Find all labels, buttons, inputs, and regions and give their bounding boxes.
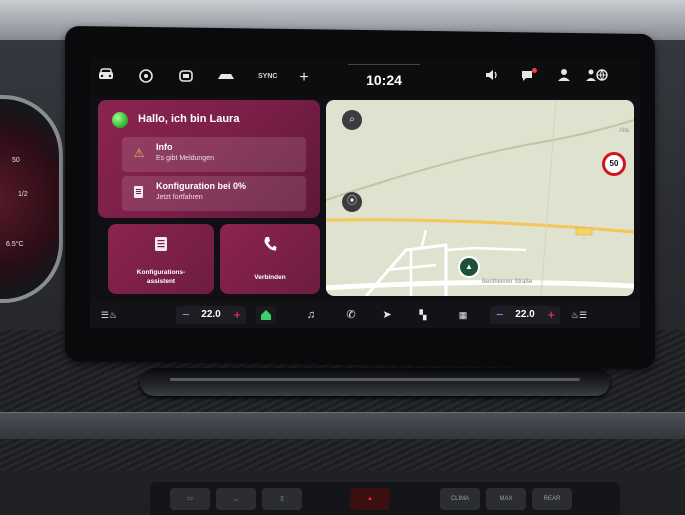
checklist-icon: [108, 236, 214, 257]
seat-heat-right-icon[interactable]: ♨☰: [568, 306, 590, 324]
connect-tile[interactable]: Verbinden: [220, 224, 320, 294]
seat-heat-left-icon[interactable]: ☰♨: [98, 306, 120, 324]
music-icon[interactable]: ♫: [302, 306, 320, 324]
grid-icon[interactable]: ▦: [454, 306, 472, 324]
info-card[interactable]: ⚠ Info Es gibt Meldungen: [122, 137, 306, 172]
phone-icon[interactable]: ✆: [342, 306, 360, 324]
assistant-orb-icon[interactable]: [112, 112, 128, 128]
instrument-cluster: 50 1/2 6.5°C: [0, 95, 63, 303]
dash-strip: [0, 412, 685, 439]
map-search-icon[interactable]: ⌕: [342, 110, 362, 130]
notification-badge: [532, 68, 537, 73]
temp-left-plus-button[interactable]: +: [233, 306, 241, 324]
town-label: Alte: [619, 128, 630, 134]
vehicle-position-icon: ▲: [458, 256, 480, 278]
speed-limit-sign: 50: [602, 152, 626, 176]
navigation-map[interactable]: ⌕ ⦿ 50 Alte Bentheimer Straße ▲: [326, 100, 634, 296]
street-label: Bentheimer Straße: [482, 279, 533, 285]
map-overview-icon[interactable]: ⦿: [342, 192, 362, 212]
phone-icon: [220, 236, 320, 257]
infotainment-screen: SYNC + 10:24 Hallo, ich bin Laura ⚠ Info…: [90, 58, 640, 328]
voice-assistant-panel: Hallo, ich bin Laura ⚠ Info Es gibt Meld…: [98, 100, 320, 218]
sync-button[interactable]: SYNC: [258, 73, 277, 80]
temp-left-value: 22.0: [201, 309, 221, 320]
info-subtitle: Es gibt Meldungen: [156, 155, 214, 162]
warning-icon: ⚠: [133, 146, 145, 160]
air-vent: [140, 368, 610, 396]
clock: 10:24: [348, 64, 420, 93]
navigation-icon[interactable]: ➤: [378, 306, 396, 324]
configuration-card[interactable]: Konfiguration bei 0% Jetzt fortfahren: [122, 176, 306, 211]
bottom-bar: ☰♨ − 22.0 + ♫ ✆ ➤ ▚ ▦ − 22.0 + ♨☰: [90, 302, 640, 328]
volume-icon[interactable]: [482, 68, 502, 88]
info-title: Info: [156, 142, 173, 152]
tile-assistant-label-2: assistent: [146, 278, 176, 285]
config-subtitle: Jetzt fortfahren: [156, 194, 203, 201]
seat-icon[interactable]: [176, 68, 196, 88]
document-icon: [134, 186, 143, 198]
configuration-assistant-tile[interactable]: Konfigurations- assistent: [108, 224, 214, 294]
temperature-right: − 22.0 +: [490, 306, 560, 324]
assistant-greeting: Hallo, ich bin Laura: [138, 113, 240, 125]
page-indicator: [355, 298, 375, 311]
profile-icon[interactable]: [554, 68, 574, 88]
car-icon[interactable]: [96, 68, 116, 88]
temp-right-minus-button[interactable]: −: [496, 306, 504, 324]
config-title: Konfiguration bei 0%: [156, 181, 246, 191]
lower-console: ▭ ◡ ▯ ▲ CLIMA MAX REAR: [150, 482, 620, 515]
vent-slat: [170, 378, 580, 381]
drive-mode-icon[interactable]: [216, 68, 236, 88]
map-roads: [326, 100, 634, 296]
apps-icon[interactable]: ▚: [414, 306, 432, 324]
tile-connect-label: Verbinden: [254, 274, 286, 281]
home-icon: [261, 310, 271, 320]
temp-right-plus-button[interactable]: +: [547, 306, 555, 324]
assist-icon[interactable]: [136, 68, 156, 88]
add-icon[interactable]: +: [294, 68, 314, 88]
tile-assistant-label-1: Konfigurations-: [136, 269, 186, 276]
temperature-left: − 22.0 +: [176, 306, 246, 324]
top-bar: SYNC + 10:24: [90, 58, 640, 98]
users-globe-icon[interactable]: [584, 68, 610, 88]
home-button[interactable]: [256, 306, 276, 324]
temp-right-value: 22.0: [515, 309, 535, 320]
temp-left-minus-button[interactable]: −: [182, 306, 190, 324]
